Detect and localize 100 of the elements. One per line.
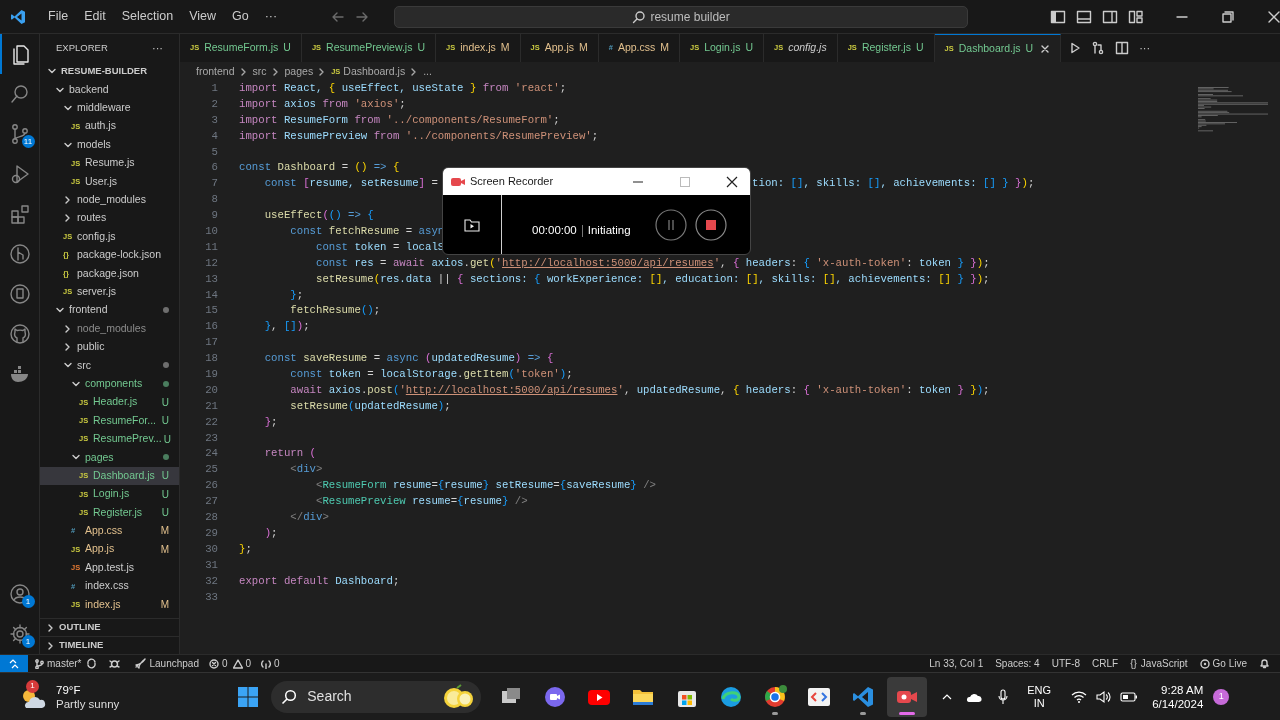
weather-text: Partly sunny	[56, 696, 120, 711]
code-text: const saveResume = async (updatedResume) => {	[264, 351, 554, 367]
close-icon[interactable]	[726, 175, 738, 188]
battery-icon[interactable]	[1120, 690, 1139, 703]
monitor-circle-icon[interactable]	[8, 283, 31, 305]
language-indicator[interactable]: ENG	[1027, 683, 1052, 697]
close-icon[interactable]	[1040, 43, 1051, 54]
compare-icon[interactable]	[1091, 41, 1106, 55]
account-icon[interactable]	[8, 583, 31, 605]
settings-icon[interactable]	[8, 623, 31, 645]
menu-item[interactable]: Selection	[115, 7, 180, 26]
code-text: export default Dashboard;	[239, 573, 400, 589]
speaker-icon[interactable]	[1096, 689, 1113, 704]
branch-button[interactable]: master*	[34, 656, 82, 671]
cat-circle-icon[interactable]	[8, 323, 31, 345]
section-header[interactable]: OUTLINE	[40, 618, 179, 636]
encoding-button[interactable]: UTF-8	[1051, 656, 1081, 671]
launchpad-button[interactable]: Launchpad	[134, 656, 199, 671]
tree-item[interactable]: routes	[40, 209, 179, 228]
pause-button-icon[interactable]	[654, 208, 687, 241]
lemon-slices-icon	[441, 683, 476, 710]
code-text: import axios from 'axios';	[239, 96, 406, 112]
blocks-icon[interactable]	[8, 203, 31, 225]
run-icon[interactable]	[1069, 42, 1082, 54]
taskbar-app-button[interactable]	[887, 676, 928, 717]
broadcast-icon	[1199, 658, 1210, 669]
project-root[interactable]: RESUME-BUILDER	[40, 62, 179, 81]
menu-item[interactable]: Edit	[78, 7, 112, 26]
code-text: const [resume, setResume] =	[264, 176, 438, 192]
tree-item[interactable]: middleware	[40, 98, 179, 118]
breadcrumb-item[interactable]: src	[252, 63, 267, 80]
line-number: 1	[210, 81, 218, 96]
git-status-label: M	[160, 598, 169, 612]
more-actions-button[interactable]: ···	[1139, 39, 1151, 57]
code-text: await axios.post('http://localhost:5000/api/resumes', updatedResume, { headers: { 'x-auth-token': token } });	[290, 382, 990, 398]
folder-play-icon[interactable]	[464, 217, 480, 232]
split-editor-icon[interactable]	[1115, 41, 1130, 55]
breadcrumb-item[interactable]: pages	[284, 63, 314, 80]
tree-item[interactable]: backend	[40, 80, 179, 99]
taskbar-search-field[interactable]: Search	[271, 680, 482, 713]
count-badge: 11	[21, 135, 35, 148]
weather-widget[interactable]: 1 79°F Partly sunny	[18, 682, 120, 711]
line-number: 6	[210, 160, 218, 176]
line-number: 26	[204, 478, 218, 494]
cursor-position-button[interactable]: Ln 33, Col 1	[929, 656, 984, 671]
vscode-logo-icon	[10, 8, 26, 25]
secondary-sidebar-icon[interactable]	[1102, 9, 1118, 24]
breadcrumb-item[interactable]: frontend	[196, 63, 235, 80]
more-actions-button[interactable]: ···	[152, 39, 163, 57]
menu-item[interactable]: View	[183, 7, 222, 26]
bug-icon[interactable]	[109, 658, 121, 669]
tree-item[interactable]: src	[40, 356, 179, 375]
indentation-button[interactable]: Spaces: 4	[995, 656, 1040, 671]
code-text: const token = localS	[315, 239, 445, 255]
region-indicator[interactable]: IN	[1033, 696, 1045, 710]
search-icon[interactable]	[8, 83, 31, 105]
remote-button[interactable]	[0, 655, 28, 672]
wifi-icon[interactable]	[1071, 690, 1088, 703]
language-button[interactable]: {} JavaScript	[1130, 656, 1188, 671]
microphone-icon[interactable]	[997, 688, 1010, 705]
menu-item[interactable]: ···	[258, 7, 284, 26]
menu-item[interactable]: Go	[226, 7, 255, 26]
ports-button[interactable]: 0	[261, 656, 280, 671]
tree-item[interactable]: models	[40, 135, 179, 154]
problems-button[interactable]: 0 0	[208, 656, 252, 671]
search-icon	[281, 688, 298, 705]
tree-item[interactable]: components	[40, 374, 179, 394]
graph-circle-icon[interactable]	[8, 243, 31, 265]
clock-button[interactable]: 9:28 AM 6/14/2024	[1152, 682, 1204, 711]
stop-button-icon[interactable]	[694, 208, 727, 241]
line-number: 15	[204, 303, 218, 319]
breadcrumb-item[interactable]: Dashboard.js	[343, 63, 406, 80]
command-search-field[interactable]: resume builder	[394, 5, 968, 28]
whale-icon[interactable]	[8, 363, 31, 385]
sync-icon[interactable]	[86, 658, 98, 669]
sidebar-toggle-icon[interactable]	[1050, 9, 1066, 24]
count-badge: 1	[21, 635, 35, 648]
code-text: useEffect(() => {	[264, 208, 374, 224]
menu-item[interactable]: File	[42, 7, 75, 26]
start-icon[interactable]	[237, 685, 260, 708]
tree-item[interactable]: pages	[40, 448, 179, 467]
tree-item[interactable]: node_modules	[40, 319, 179, 338]
tree-item[interactable]: frontend	[40, 301, 179, 320]
code-text: setResume(updatedResume);	[290, 398, 451, 414]
git-status-label: U	[161, 506, 169, 521]
restore-icon[interactable]	[1222, 10, 1234, 23]
git-status-label: U	[163, 432, 171, 447]
tree-item[interactable]: public	[40, 337, 179, 357]
git-status-label: M	[160, 542, 169, 557]
go-live-button[interactable]: Go Live	[1199, 656, 1247, 671]
code-text: const Dashboard = () => {	[239, 160, 400, 176]
tree-item[interactable]: node_modules	[40, 190, 179, 210]
panel-toggle-icon[interactable]	[1076, 9, 1092, 24]
layout-grid-icon[interactable]	[1128, 9, 1144, 24]
bell-icon[interactable]	[1259, 658, 1270, 669]
line-number: 28	[204, 510, 218, 526]
line-ending-button[interactable]: CRLF	[1092, 656, 1119, 671]
line-number: 19	[204, 367, 218, 383]
running-indicator	[772, 711, 779, 715]
breadcrumb-item[interactable]: ...	[423, 63, 432, 80]
